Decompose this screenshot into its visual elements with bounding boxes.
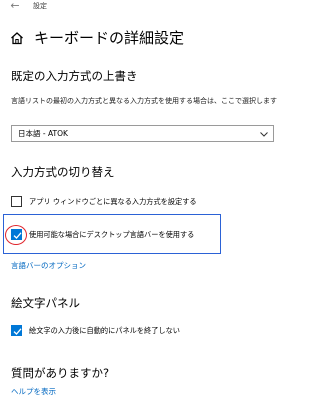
- settings-window: ← 設定 キーボードの詳細設定 既定の入力方式の上書き 言語リストの最初の入力方…: [0, 0, 318, 414]
- home-icon: [11, 32, 23, 45]
- get-help-link[interactable]: ヘルプを表示: [11, 386, 56, 397]
- page-title: キーボードの詳細設定: [34, 29, 185, 47]
- window-title: 設定: [33, 2, 47, 10]
- checkmark-icon: [13, 328, 22, 335]
- desktop-language-bar-label: 使用可能な場合にデスクトップ言語バーを使用する: [29, 230, 195, 239]
- override-description: 言語リストの最初の入力方式と異なる入力方式を使用する場合は、ここで選択します: [11, 97, 277, 105]
- chevron-down-icon: [260, 132, 268, 137]
- per-app-input-checkbox[interactable]: [11, 196, 22, 207]
- back-button[interactable]: ←: [8, 0, 22, 12]
- red-circle-annotation: [5, 225, 27, 245]
- section-title-emoji: 絵文字パネル: [11, 296, 80, 310]
- input-method-select-value: 日本語 - ATOK: [18, 129, 68, 138]
- input-method-select[interactable]: 日本語 - ATOK: [11, 125, 274, 142]
- per-app-input-label: アプリ ウィンドウごとに異なる入力方式を設定する: [29, 197, 197, 206]
- language-bar-options-link[interactable]: 言語バーのオプション: [11, 260, 86, 271]
- back-arrow-icon: ←: [10, 0, 20, 12]
- section-title-switching: 入力方式の切り替え: [11, 165, 115, 179]
- title-bar: ← 設定: [0, 0, 318, 14]
- section-title-override: 既定の入力方式の上書き: [11, 69, 138, 83]
- emoji-panel-checkbox[interactable]: [11, 325, 22, 336]
- section-title-help: 質問がありますか?: [11, 366, 110, 380]
- emoji-panel-label: 絵文字の入力後に自動的にパネルを終了しない: [29, 326, 180, 335]
